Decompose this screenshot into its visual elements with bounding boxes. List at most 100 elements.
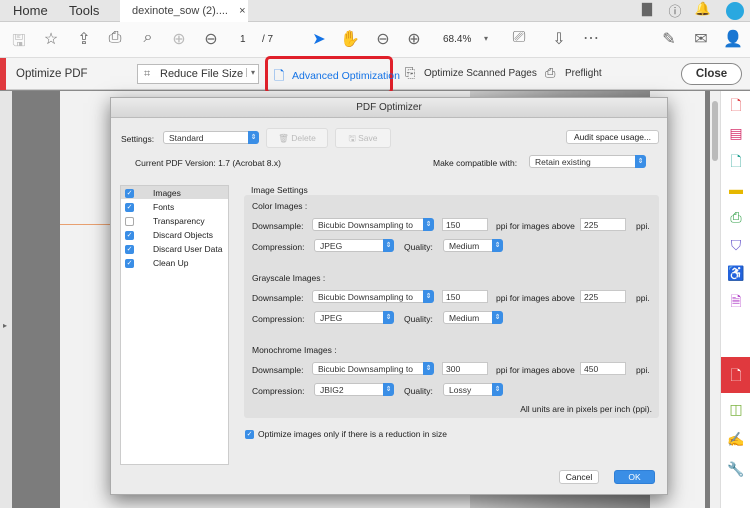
above-label: ppi for images above	[496, 365, 575, 375]
tab-document[interactable]: dexinote_sow (2).... ×	[120, 0, 248, 22]
downsample-label: Downsample:	[252, 221, 304, 231]
protect-shield-icon[interactable]: ⛉	[721, 231, 750, 259]
page-current[interactable]: 1	[240, 34, 246, 45]
gray-ppi-input[interactable]: 150	[442, 290, 488, 303]
color-ppi-input[interactable]: 150	[442, 218, 488, 231]
create-pdf-icon[interactable]: 🗋	[721, 91, 750, 119]
color-quality-select[interactable]: Medium ⇕	[443, 239, 503, 252]
avatar[interactable]	[726, 2, 744, 20]
delete-button[interactable]: 🗑 Delete	[266, 128, 328, 148]
zoom-dropdown-icon[interactable]: ▾	[484, 34, 488, 43]
advanced-optimization-button[interactable]: 🗋 Advanced Optimization	[265, 56, 400, 94]
more-icon[interactable]: ⋯	[580, 28, 602, 48]
checkbox-fonts[interactable]: ✓	[125, 203, 134, 212]
scroll-mode-icon[interactable]: ⇩	[548, 29, 570, 49]
category-transparency[interactable]: Transparency	[153, 216, 205, 226]
category-images[interactable]: Images	[153, 188, 181, 198]
preflight-button[interactable]: Preflight	[565, 68, 602, 79]
scrollbar-thumb[interactable]	[712, 101, 718, 161]
help-icon[interactable]: ⓘ	[664, 1, 686, 20]
select-arrow-icon: ⇕	[423, 290, 434, 303]
checkbox-images[interactable]: ✓	[125, 189, 134, 198]
optimize-title: Optimize PDF	[16, 68, 88, 80]
export-pdf-icon[interactable]: 🗋	[721, 147, 750, 175]
scan-tool-icon[interactable]: ⎙	[721, 203, 750, 231]
tab-home[interactable]: Home	[13, 3, 48, 18]
above-label: ppi for images above	[496, 221, 575, 231]
gray-downsample-select[interactable]: Bicubic Downsampling to ⇕	[312, 290, 434, 303]
optimize-only-checkbox[interactable]: ✓	[245, 430, 254, 439]
gray-quality-select[interactable]: Medium ⇕	[443, 311, 503, 324]
optimize-pdf-bar: Optimize PDF ⌗ Reduce File Size ▾ 🗋 Adva…	[0, 56, 750, 94]
settings-select[interactable]: Standard ⇕	[163, 131, 259, 144]
audit-space-button[interactable]: Audit space usage...	[566, 130, 659, 144]
zoom-out-icon[interactable]: ⊖	[372, 29, 394, 49]
prev-page-icon[interactable]: ⊕	[168, 29, 190, 49]
optimize-scanned-button[interactable]: Optimize Scanned Pages	[424, 68, 537, 79]
comment-icon[interactable]: ▇	[636, 1, 658, 17]
mono-downsample-select[interactable]: Bicubic Downsampling to ⇕	[312, 362, 434, 375]
tab-tools[interactable]: Tools	[69, 3, 99, 18]
next-page-icon[interactable]: ⊖	[200, 29, 222, 49]
select-value: Bicubic Downsampling to	[318, 220, 413, 230]
select-cursor-icon[interactable]: ➤	[308, 29, 330, 49]
compression-label: Compression:	[252, 386, 305, 396]
checkbox-transparency[interactable]	[125, 217, 134, 226]
organize-pages-icon[interactable]: ▤	[721, 119, 750, 147]
compat-select[interactable]: Retain existing ⇕	[529, 155, 646, 168]
add-user-icon[interactable]: 👤	[722, 29, 744, 49]
close-button[interactable]: Close	[681, 63, 742, 85]
save-icon[interactable]: 🖫	[8, 30, 30, 57]
email-icon[interactable]: ✉	[690, 29, 712, 49]
gray-compression-select[interactable]: JPEG ⇕	[314, 311, 394, 324]
bell-icon[interactable]: 🔔	[692, 1, 714, 17]
checkbox-discard-objects[interactable]: ✓	[125, 231, 134, 240]
compare-icon[interactable]: ◫	[721, 395, 750, 423]
share-link-icon[interactable]: ✎	[658, 29, 680, 49]
select-value: JPEG	[320, 241, 343, 251]
close-tab-icon[interactable]: ×	[239, 5, 245, 17]
category-fonts[interactable]: Fonts	[153, 202, 174, 212]
gray-above-input[interactable]: 225	[580, 290, 626, 303]
zoom-in-icon[interactable]: ⊕	[403, 29, 425, 49]
cancel-button[interactable]: Cancel	[559, 470, 599, 484]
sign-pen-icon[interactable]: ✍	[721, 425, 750, 453]
mono-quality-select[interactable]: Lossy ⇕	[443, 383, 503, 396]
color-downsample-select[interactable]: Bicubic Downsampling to ⇕	[312, 218, 434, 231]
color-above-input[interactable]: 225	[580, 218, 626, 231]
mono-ppi-input[interactable]: 300	[442, 362, 488, 375]
select-value: Bicubic Downsampling to	[318, 364, 413, 374]
select-arrow-icon: ⇕	[383, 239, 394, 252]
print-icon[interactable]: ⎙	[104, 29, 126, 47]
page-fit-icon[interactable]: ⎚	[508, 29, 530, 47]
mono-compression-select[interactable]: JBIG2 ⇕	[314, 383, 394, 396]
comment-tool-icon[interactable]: ▬	[721, 175, 750, 203]
checkbox-clean-up[interactable]: ✓	[125, 259, 134, 268]
accessibility-icon[interactable]: ♿	[721, 259, 750, 287]
zoom-level[interactable]: 68.4%	[443, 34, 471, 45]
document-icon: 🗋	[274, 68, 285, 83]
reduce-file-size-button[interactable]: ⌗ Reduce File Size ▾	[137, 64, 259, 84]
expand-arrow-icon[interactable]: ▸	[3, 321, 7, 330]
left-panel-toggle[interactable]: ▸	[0, 91, 12, 508]
upload-icon[interactable]: ⇪	[73, 29, 95, 49]
mono-above-input[interactable]: 450	[580, 362, 626, 375]
more-tools-icon[interactable]: 🔧	[721, 455, 750, 483]
color-compression-select[interactable]: JPEG ⇕	[314, 239, 394, 252]
star-icon[interactable]: ☆	[40, 29, 62, 49]
accent-stripe	[0, 58, 6, 90]
optimize-only-label[interactable]: Optimize images only if there is a reduc…	[258, 429, 447, 439]
select-value: Medium	[449, 241, 480, 251]
category-discard-objects[interactable]: Discard Objects	[153, 230, 213, 240]
hand-icon[interactable]: ✋	[339, 29, 361, 49]
optimize-pdf-tool-icon[interactable]: 🗋	[721, 357, 750, 393]
save-button[interactable]: 🖫 Save	[335, 128, 391, 148]
category-discard-user-data[interactable]: Discard User Data	[153, 244, 222, 254]
category-clean-up[interactable]: Clean Up	[153, 258, 188, 268]
checkbox-discard-user-data[interactable]: ✓	[125, 245, 134, 254]
zoom-search-icon[interactable]: ⌕	[137, 29, 159, 47]
ok-button[interactable]: OK	[614, 470, 655, 484]
chevron-down-icon[interactable]: ▾	[246, 68, 255, 77]
fill-sign-icon[interactable]: 🗎	[721, 287, 750, 315]
scrollbar[interactable]	[710, 91, 720, 508]
